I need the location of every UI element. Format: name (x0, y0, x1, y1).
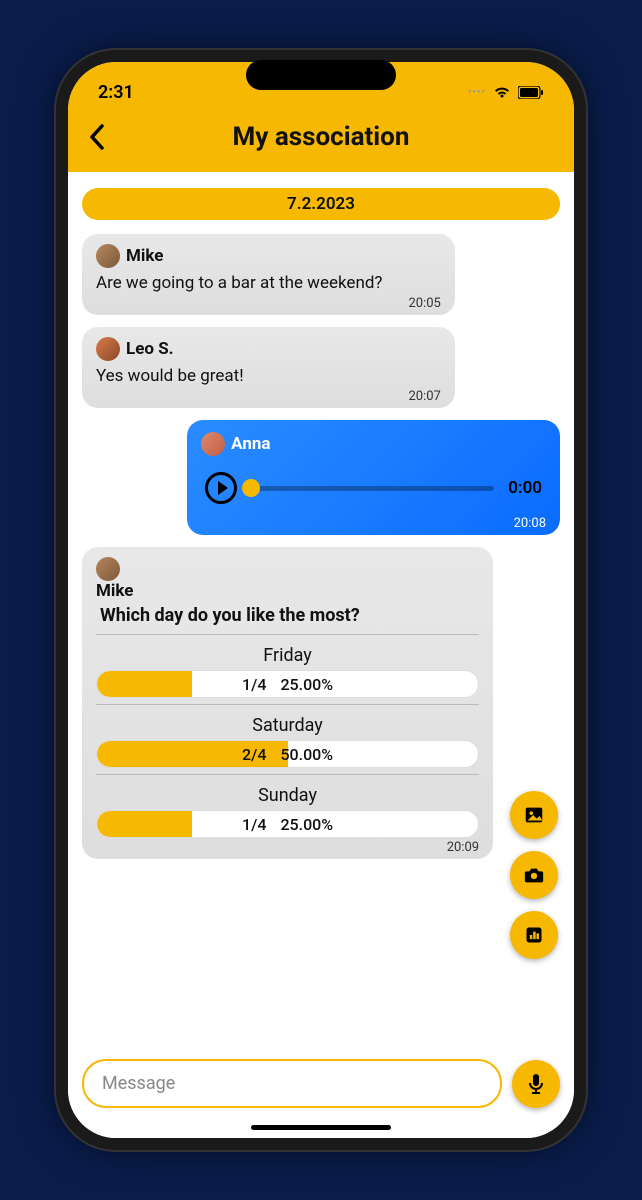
voice-slider[interactable] (251, 486, 494, 491)
message-time: 20:08 (201, 516, 546, 531)
poll-question: Which day do you like the most? (100, 605, 479, 626)
poll-count: 1/4 (242, 815, 266, 834)
poll-option-label: Friday (96, 641, 479, 670)
poll-bar: 1/4 25.00% (96, 670, 479, 698)
poll-option-label: Sunday (96, 781, 479, 810)
camera-icon (523, 864, 545, 886)
sender-name: Mike (96, 581, 133, 601)
message-time: 20:07 (96, 389, 441, 404)
message-input[interactable]: Message (82, 1059, 502, 1108)
poll-fill (97, 671, 192, 697)
status-indicators: •••• (468, 85, 544, 99)
poll-count: 2/4 (242, 745, 266, 764)
status-dots-icon: •••• (468, 87, 486, 98)
message-time: 20:05 (96, 296, 441, 311)
poll-count: 1/4 (242, 675, 266, 694)
sender-name: Leo S. (126, 339, 174, 359)
message-time: 20:09 (96, 840, 479, 855)
camera-button[interactable] (510, 851, 558, 899)
chat-scroll[interactable]: 7.2.2023 Mike Are we going to a bar at t… (68, 172, 574, 1049)
poll-percent: 25.00% (280, 815, 333, 834)
poll-option[interactable]: Sunday 1/4 25.00% (96, 781, 479, 838)
poll-fill (97, 811, 192, 837)
avatar[interactable] (201, 432, 225, 456)
bar-chart-icon (524, 925, 544, 945)
voice-message-bubble[interactable]: Anna 0:00 20:08 (187, 420, 560, 535)
date-separator: 7.2.2023 (82, 188, 560, 220)
sender-name: Mike (126, 246, 163, 266)
status-time: 2:31 (98, 82, 134, 103)
slider-thumb-icon[interactable] (242, 479, 260, 497)
divider (96, 704, 479, 705)
poll-option-label: Saturday (96, 711, 479, 740)
divider (96, 774, 479, 775)
avatar[interactable] (96, 244, 120, 268)
poll-bar: 2/4 50.00% (96, 740, 479, 768)
avatar[interactable] (96, 337, 120, 361)
microphone-icon (526, 1072, 546, 1096)
message-text: Yes would be great! (96, 365, 441, 387)
message-bubble[interactable]: Mike Are we going to a bar at the weeken… (82, 234, 455, 315)
poll-percent: 50.00% (280, 745, 333, 764)
poll-bar: 1/4 25.00% (96, 810, 479, 838)
status-bar: 2:31 •••• (68, 62, 574, 112)
poll-option[interactable]: Saturday 2/4 50.00% (96, 711, 479, 768)
play-button[interactable] (205, 472, 237, 504)
attach-image-button[interactable] (510, 791, 558, 839)
poll-percent: 25.00% (280, 675, 333, 694)
wifi-icon (492, 85, 512, 99)
fab-column (510, 791, 558, 959)
chat-title: My association (88, 122, 554, 152)
message-bubble[interactable]: Leo S. Yes would be great! 20:07 (82, 327, 455, 408)
message-text: Are we going to a bar at the weekend? (96, 272, 441, 294)
home-indicator[interactable] (251, 1125, 391, 1130)
poll-bubble[interactable]: Mike Which day do you like the most? Fri… (82, 547, 493, 859)
voice-duration: 0:00 (508, 478, 542, 498)
poll-option[interactable]: Friday 1/4 25.00% (96, 641, 479, 698)
poll-button[interactable] (510, 911, 558, 959)
divider (96, 634, 479, 635)
avatar[interactable] (96, 557, 120, 581)
image-icon (523, 804, 545, 826)
voice-record-button[interactable] (512, 1060, 560, 1108)
chat-header: My association (68, 112, 574, 172)
sender-name: Anna (231, 434, 270, 454)
battery-icon (518, 86, 544, 99)
